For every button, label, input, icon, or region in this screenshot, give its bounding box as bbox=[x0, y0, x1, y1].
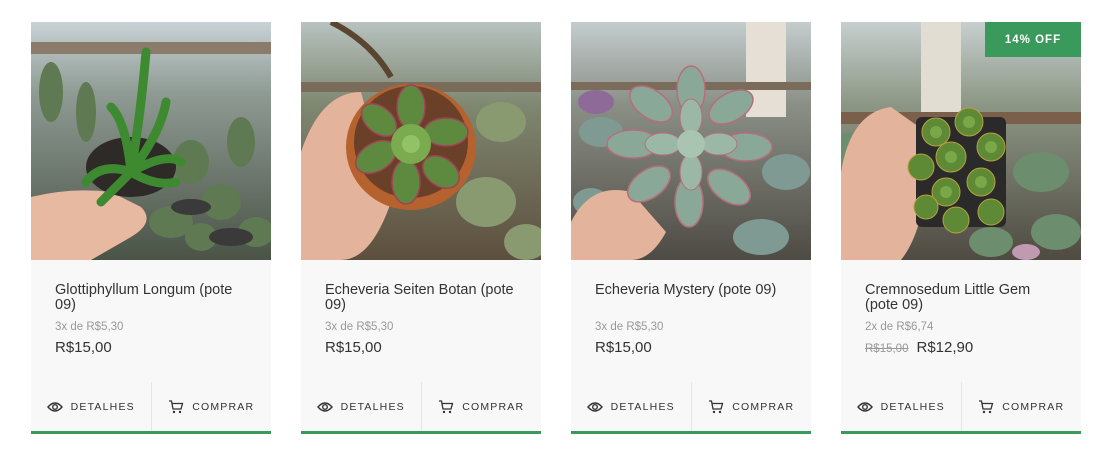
price-row: R$15,00 bbox=[325, 339, 517, 356]
buy-label: COMPRAR bbox=[462, 400, 525, 413]
details-label: DETALHES bbox=[880, 400, 945, 413]
installment-value: R$5,30 bbox=[626, 321, 664, 333]
product-grid: Glottiphyllum Longum (pote 09) 3x de R$5… bbox=[31, 22, 1081, 434]
eye-icon bbox=[586, 401, 603, 413]
product-info: Echeveria Mystery (pote 09) 3x de R$5,30… bbox=[571, 260, 811, 382]
price-row: R$15,00 bbox=[595, 339, 787, 356]
buy-button[interactable]: COMPRAR bbox=[150, 382, 272, 431]
product-actions: DETALHES COMPRAR bbox=[31, 381, 271, 431]
details-button[interactable]: DETALHES bbox=[571, 382, 691, 431]
buy-label: COMPRAR bbox=[732, 400, 795, 413]
price-row: R$15,00 bbox=[55, 339, 247, 356]
product-price: R$15,00 bbox=[55, 339, 112, 356]
details-button[interactable]: DETALHES bbox=[301, 382, 421, 431]
product-photo[interactable] bbox=[571, 22, 811, 260]
product-actions: DETALHES COMPRAR bbox=[841, 381, 1081, 431]
product-card: Echeveria Mystery (pote 09) 3x de R$5,30… bbox=[571, 22, 811, 434]
cart-icon bbox=[978, 399, 994, 414]
installments: 3x de R$5,30 bbox=[325, 321, 517, 333]
buy-label: COMPRAR bbox=[1002, 400, 1065, 413]
product-photo[interactable] bbox=[301, 22, 541, 260]
product-photo[interactable] bbox=[31, 22, 271, 260]
product-info: Glottiphyllum Longum (pote 09) 3x de R$5… bbox=[31, 260, 271, 382]
product-actions: DETALHES COMPRAR bbox=[301, 381, 541, 431]
product-price: R$15,00 bbox=[595, 339, 652, 356]
details-label: DETALHES bbox=[70, 400, 135, 413]
installments-prefix: 3x de bbox=[595, 321, 624, 333]
cart-icon bbox=[438, 399, 454, 414]
installment-value: R$6,74 bbox=[896, 321, 934, 333]
buy-label: COMPRAR bbox=[192, 400, 255, 413]
product-name[interactable]: Cremnosedum Little Gem (pote 09) bbox=[865, 283, 1057, 313]
product-name[interactable]: Glottiphyllum Longum (pote 09) bbox=[55, 283, 247, 313]
installments: 3x de R$5,30 bbox=[55, 321, 247, 333]
product-price: R$12,90 bbox=[916, 339, 974, 356]
product-card: 14% OFF Cremnosedum Little Gem (pote 09)… bbox=[841, 22, 1081, 434]
old-price: R$15,00 bbox=[865, 343, 909, 355]
product-name[interactable]: Echeveria Mystery (pote 09) bbox=[595, 283, 787, 313]
details-label: DETALHES bbox=[610, 400, 675, 413]
discount-badge: 14% OFF bbox=[985, 22, 1081, 57]
buy-button[interactable]: COMPRAR bbox=[420, 382, 542, 431]
details-label: DETALHES bbox=[340, 400, 405, 413]
installments-prefix: 2x de bbox=[865, 321, 894, 333]
buy-button[interactable]: COMPRAR bbox=[960, 382, 1082, 431]
buy-button[interactable]: COMPRAR bbox=[690, 382, 812, 431]
product-info: Cremnosedum Little Gem (pote 09) 2x de R… bbox=[841, 260, 1081, 382]
product-info: Echeveria Seiten Botan (pote 09) 3x de R… bbox=[301, 260, 541, 382]
product-actions: DETALHES COMPRAR bbox=[571, 381, 811, 431]
installments-prefix: 3x de bbox=[55, 321, 84, 333]
product-card: Echeveria Seiten Botan (pote 09) 3x de R… bbox=[301, 22, 541, 434]
installments: 3x de R$5,30 bbox=[595, 321, 787, 333]
installment-value: R$5,30 bbox=[356, 321, 394, 333]
details-button[interactable]: DETALHES bbox=[841, 382, 961, 431]
installments: 2x de R$6,74 bbox=[865, 321, 1057, 333]
price-row: R$15,00 R$12,90 bbox=[865, 339, 1057, 356]
product-name[interactable]: Echeveria Seiten Botan (pote 09) bbox=[325, 283, 517, 313]
eye-icon bbox=[46, 401, 63, 413]
installments-prefix: 3x de bbox=[325, 321, 354, 333]
product-card: Glottiphyllum Longum (pote 09) 3x de R$5… bbox=[31, 22, 271, 434]
product-price: R$15,00 bbox=[325, 339, 382, 356]
details-button[interactable]: DETALHES bbox=[31, 382, 151, 431]
cart-icon bbox=[708, 399, 724, 414]
eye-icon bbox=[856, 401, 873, 413]
cart-icon bbox=[168, 399, 184, 414]
eye-icon bbox=[316, 401, 333, 413]
product-photo[interactable]: 14% OFF bbox=[841, 22, 1081, 260]
installment-value: R$5,30 bbox=[86, 321, 124, 333]
